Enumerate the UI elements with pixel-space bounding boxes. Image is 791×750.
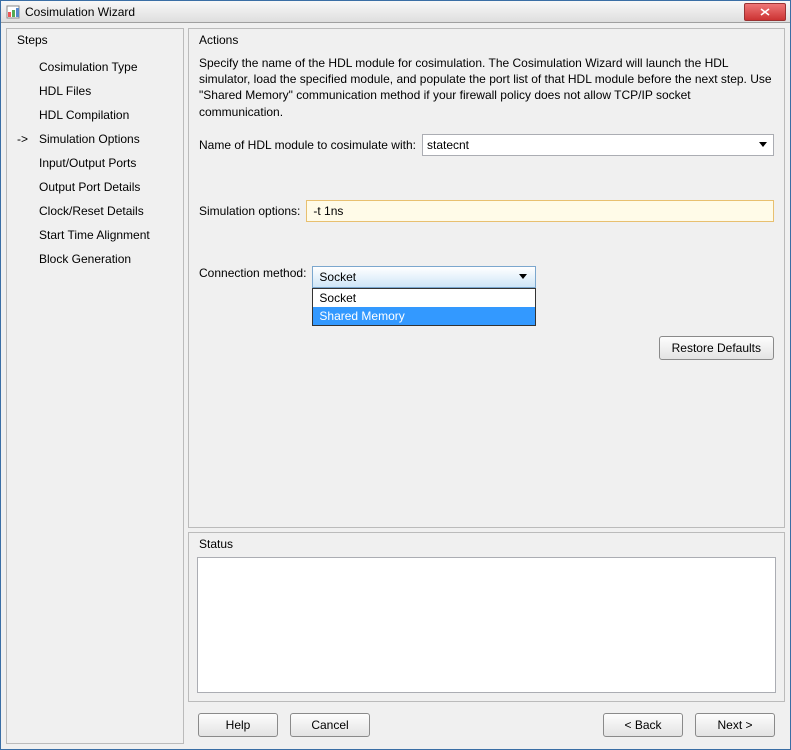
module-combo[interactable]: statecnt [422,134,774,156]
connection-label: Connection method: [199,266,306,280]
actions-title: Actions [197,33,776,47]
simopts-input[interactable] [306,200,774,222]
actions-description: Specify the name of the HDL module for c… [197,51,776,130]
step-simulation-options[interactable]: Simulation Options [15,127,175,151]
module-value: statecnt [427,138,469,152]
app-icon [5,4,21,20]
help-button[interactable]: Help [198,713,278,737]
window-title: Cosimulation Wizard [25,5,744,19]
wizard-window: Cosimulation Wizard Steps Cosimulation T… [0,0,791,750]
step-start-time-alignment[interactable]: Start Time Alignment [15,223,175,247]
titlebar: Cosimulation Wizard [1,1,790,23]
connection-combo[interactable]: Socket [312,266,536,288]
next-button[interactable]: Next > [695,713,775,737]
button-bar: Help Cancel < Back Next > [188,706,785,744]
chevron-down-icon [515,269,531,285]
status-box [197,557,776,693]
module-label: Name of HDL module to cosimulate with: [199,138,416,152]
restore-defaults-button[interactable]: Restore Defaults [659,336,774,360]
steps-panel: Steps Cosimulation Type HDL Files HDL Co… [6,28,184,744]
close-icon [760,8,770,16]
steps-list: Cosimulation Type HDL Files HDL Compilat… [15,51,175,275]
body-area: Steps Cosimulation Type HDL Files HDL Co… [1,23,790,749]
step-cosimulation-type[interactable]: Cosimulation Type [15,55,175,79]
actions-panel: Actions Specify the name of the HDL modu… [188,28,785,528]
chevron-down-icon [755,137,771,153]
cancel-button[interactable]: Cancel [290,713,370,737]
step-output-port-details[interactable]: Output Port Details [15,175,175,199]
simopts-label: Simulation options: [199,204,300,218]
module-row: Name of HDL module to cosimulate with: s… [197,130,776,160]
step-hdl-compilation[interactable]: HDL Compilation [15,103,175,127]
step-input-output-ports[interactable]: Input/Output Ports [15,151,175,175]
connection-wrap: Socket Socket Shared Memory [312,266,536,288]
steps-title: Steps [15,33,175,47]
connection-dropdown: Socket Shared Memory [312,288,536,326]
simopts-row: Simulation options: [197,196,776,226]
step-block-generation[interactable]: Block Generation [15,247,175,271]
right-column: Actions Specify the name of the HDL modu… [188,28,785,744]
connection-row: Connection method: Socket Socket Shared … [197,262,776,292]
dropdown-item-shared-memory[interactable]: Shared Memory [313,307,535,325]
step-clock-reset-details[interactable]: Clock/Reset Details [15,199,175,223]
dropdown-item-socket[interactable]: Socket [313,289,535,307]
status-title: Status [197,537,776,551]
connection-value: Socket [319,270,356,284]
close-button[interactable] [744,3,786,21]
status-panel: Status [188,532,785,702]
back-button[interactable]: < Back [603,713,683,737]
step-hdl-files[interactable]: HDL Files [15,79,175,103]
